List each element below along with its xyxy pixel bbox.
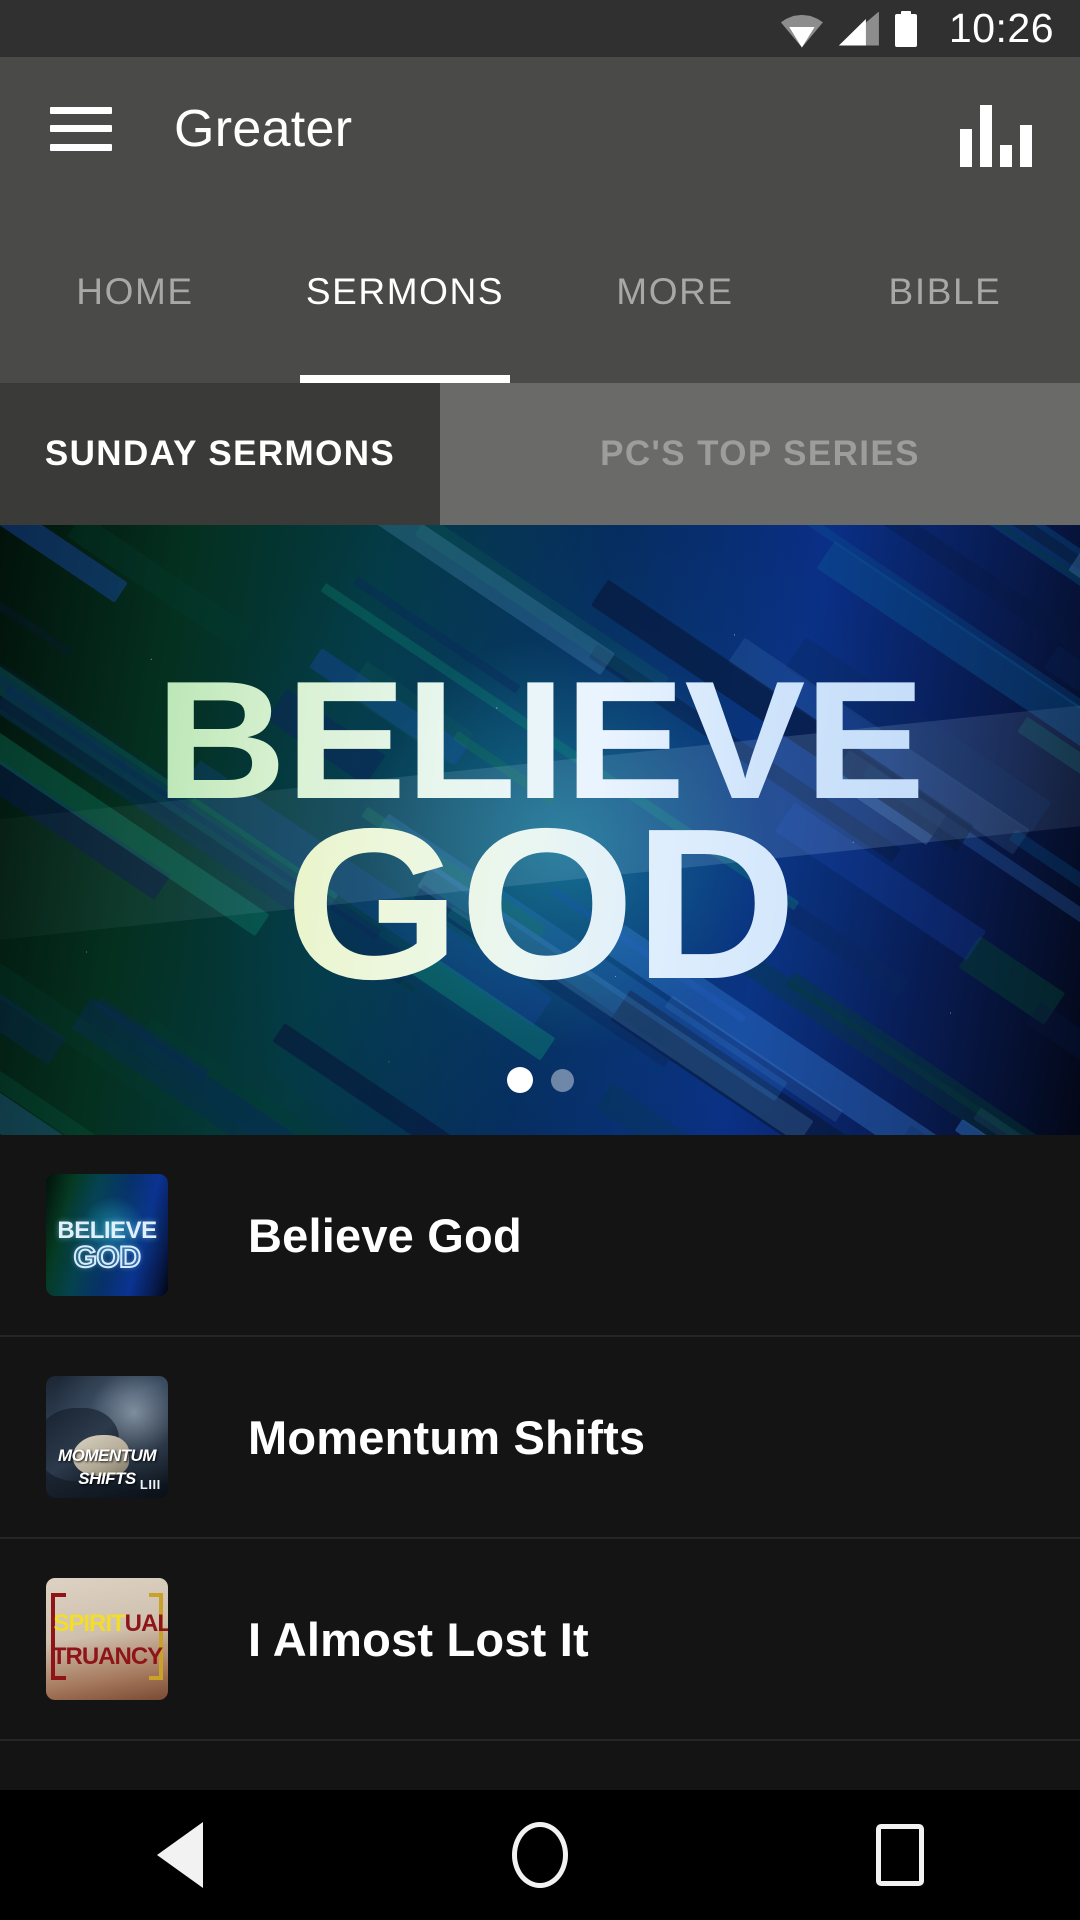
- app-screen: 10:26 Greater HOME SERMONS MORE BIBLE SU…: [0, 0, 1080, 1920]
- tab-sermons-label: SERMONS: [305, 270, 505, 312]
- tab-sermons[interactable]: SERMONS: [270, 200, 540, 383]
- status-bar: 10:26: [0, 0, 1080, 57]
- thumb-art-line1: SPIRITUAL: [53, 1610, 168, 1638]
- thumb-art-line1: MOMENTUM: [58, 1445, 156, 1465]
- subtab-pcs-top-series[interactable]: PC'S TOP SERIES: [440, 383, 1080, 525]
- status-bar-clock: 10:26: [948, 5, 1054, 51]
- hero-title-line2: GOD: [284, 783, 796, 1025]
- android-navigation-bar: [0, 1790, 1080, 1920]
- hero-carousel[interactable]: BELIEVE GOD: [0, 525, 1080, 1135]
- list-item[interactable]: MOMENTUM SHIFTS LIII Momentum Shifts: [0, 1337, 1080, 1539]
- thumb-art-line2: GOD: [73, 1240, 142, 1275]
- carousel-dot-1[interactable]: [506, 1067, 533, 1093]
- list-item[interactable]: BELIEVE GOD Believe God: [0, 1135, 1080, 1337]
- hero-artwork-text: BELIEVE GOD: [0, 525, 1080, 1135]
- subtab-pcs-top-series-label: PC'S TOP SERIES: [600, 434, 920, 473]
- thumb-art-line1b: UAL: [124, 1610, 168, 1638]
- back-icon[interactable]: [105, 1790, 255, 1920]
- cellular-signal-icon: [838, 11, 879, 46]
- subtab-sunday-sermons[interactable]: SUNDAY SERMONS: [0, 383, 440, 525]
- series-title: Believe God: [248, 1208, 522, 1262]
- primary-tab-bar: HOME SERMONS MORE BIBLE: [0, 200, 1080, 383]
- equalizer-icon[interactable]: [960, 105, 1032, 167]
- tab-more[interactable]: MORE: [540, 200, 810, 383]
- tab-bible-label: BIBLE: [888, 270, 1002, 312]
- thumb-art-badge: LIII: [139, 1476, 161, 1492]
- carousel-dot-2[interactable]: [550, 1068, 574, 1092]
- status-bar-icons: 10:26: [780, 5, 1054, 51]
- tab-bible[interactable]: BIBLE: [810, 200, 1080, 383]
- tab-home-label: HOME: [76, 270, 194, 312]
- thumb-art-line1a: SPIRIT: [53, 1610, 125, 1638]
- page-title: Greater: [174, 99, 353, 158]
- tab-home[interactable]: HOME: [0, 200, 270, 383]
- thumb-art-line2: TRUANCY: [51, 1643, 163, 1671]
- believe-god-artwork: BELIEVE GOD: [46, 1174, 168, 1296]
- home-icon[interactable]: [465, 1790, 615, 1920]
- subtab-sunday-sermons-label: SUNDAY SERMONS: [44, 434, 396, 473]
- secondary-tab-bar: SUNDAY SERMONS PC'S TOP SERIES: [0, 383, 1080, 525]
- momentum-shifts-artwork: MOMENTUM SHIFTS LIII: [46, 1376, 168, 1498]
- list-item[interactable]: SPIRITUAL TRUANCY I Almost Lost It: [0, 1539, 1080, 1741]
- hamburger-menu-icon[interactable]: [50, 106, 112, 151]
- wifi-icon: [780, 12, 823, 48]
- series-list: BELIEVE GOD Believe God MOMENTUM SHIFTS …: [0, 1135, 1080, 1790]
- battery-icon: [894, 10, 917, 47]
- app-bar: Greater: [0, 57, 1080, 200]
- series-title: Momentum Shifts: [248, 1410, 646, 1464]
- spiritual-truancy-artwork: SPIRITUAL TRUANCY: [46, 1578, 168, 1700]
- tab-more-label: MORE: [616, 270, 734, 312]
- carousel-pager: [0, 1067, 1080, 1093]
- recents-icon[interactable]: [825, 1790, 975, 1920]
- series-title: I Almost Lost It: [248, 1612, 589, 1666]
